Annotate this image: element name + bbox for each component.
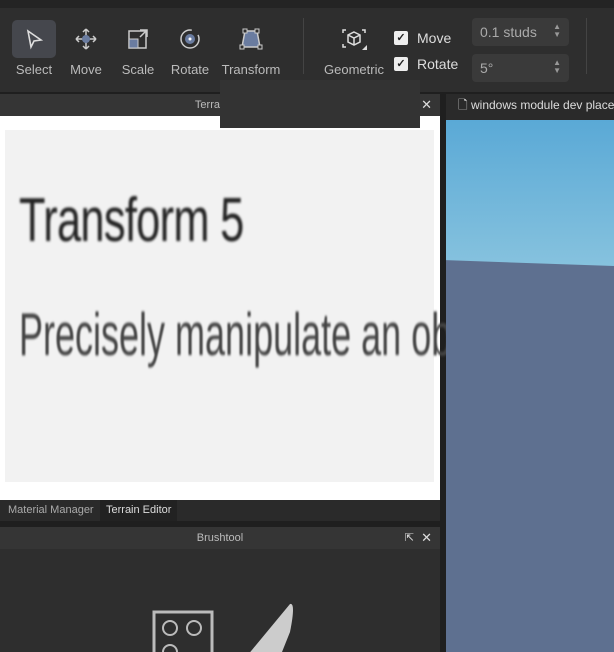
brush-tool-icon	[152, 603, 293, 652]
move-increment-input[interactable]: 0.1 studs ▲ ▼	[472, 18, 569, 46]
checkmark-icon: ✓	[394, 57, 408, 71]
image-subtitle: Precisely manipulate an object	[19, 301, 508, 368]
panel-title: Brushtool	[196, 532, 244, 544]
tab-label: Material Manager	[8, 504, 94, 516]
move-increment-value: 0.1 studs	[480, 24, 537, 40]
panel-header: Brushtool ⇱ ✕	[0, 527, 440, 549]
rotate-icon	[168, 20, 212, 58]
select-tool-button[interactable]: Select	[9, 20, 59, 77]
move-tool-button[interactable]: Move	[61, 20, 111, 77]
rotate-label: Rotate	[170, 62, 210, 77]
toolbar-divider	[586, 18, 587, 74]
geometric-mode-button[interactable]: Geometric	[320, 20, 388, 77]
move-label: Move	[70, 62, 102, 77]
scale-label: Scale	[121, 62, 155, 77]
viewport-tab-title: windows module dev place	[470, 98, 614, 112]
close-icon[interactable]: ✕	[421, 94, 432, 116]
viewport-tab[interactable]: 🗋 windows module dev place	[446, 94, 614, 120]
scale-icon	[116, 20, 160, 58]
panel-tabs: Material Manager Terrain Editor	[0, 500, 440, 521]
move-icon	[64, 20, 108, 58]
close-icon[interactable]: ✕	[421, 527, 432, 549]
terrain-editor-panel: Terrain Ed ✕ Transform 5 Precisely manip…	[0, 94, 508, 500]
brushtool-panel: Brushtool ⇱ ✕	[0, 527, 440, 652]
scale-tool-button[interactable]: Scale	[113, 20, 163, 77]
transform-icon	[229, 20, 273, 58]
tooltip-overlay	[220, 80, 420, 128]
script-doc-icon: 🗋	[458, 98, 471, 112]
geometric-label: Geometric	[324, 62, 384, 77]
spinner-arrows-icon[interactable]: ▲ ▼	[553, 23, 561, 39]
rotate-snap-label: Rotate	[417, 56, 459, 72]
tab-label: Terrain Editor	[106, 504, 172, 516]
checkmark-icon: ✓	[394, 31, 408, 45]
tab-terrain-editor[interactable]: Terrain Editor	[100, 500, 178, 521]
title-strip	[0, 0, 614, 8]
image-title: Transform 5	[19, 186, 244, 255]
viewport[interactable]: 🗋 windows module dev place	[446, 94, 614, 652]
transform-label: Transform	[221, 62, 281, 77]
transform-tool-button[interactable]: Transform	[218, 20, 284, 77]
rotate-increment-input[interactable]: 5° ▲ ▼	[472, 54, 569, 82]
move-snap-label: Move	[417, 30, 452, 46]
rotate-snap-checkbox[interactable]: ✓ Rotate	[394, 56, 458, 72]
move-snap-checkbox[interactable]: ✓ Move	[394, 30, 451, 46]
sky	[446, 120, 614, 266]
geometric-cube-icon	[332, 20, 376, 58]
select-label: Select	[15, 62, 53, 77]
rotate-increment-value: 5°	[480, 60, 494, 76]
toolbar-divider	[303, 18, 304, 74]
tutorial-image: Transform 5 Precisely manipulate an obje…	[5, 130, 508, 482]
spinner-arrows-icon[interactable]: ▲ ▼	[553, 59, 561, 75]
tab-material-manager[interactable]: Material Manager	[2, 500, 100, 521]
cursor-icon	[12, 20, 56, 58]
rotate-tool-button[interactable]: Rotate	[165, 20, 215, 77]
undock-icon[interactable]: ⇱	[405, 527, 414, 549]
